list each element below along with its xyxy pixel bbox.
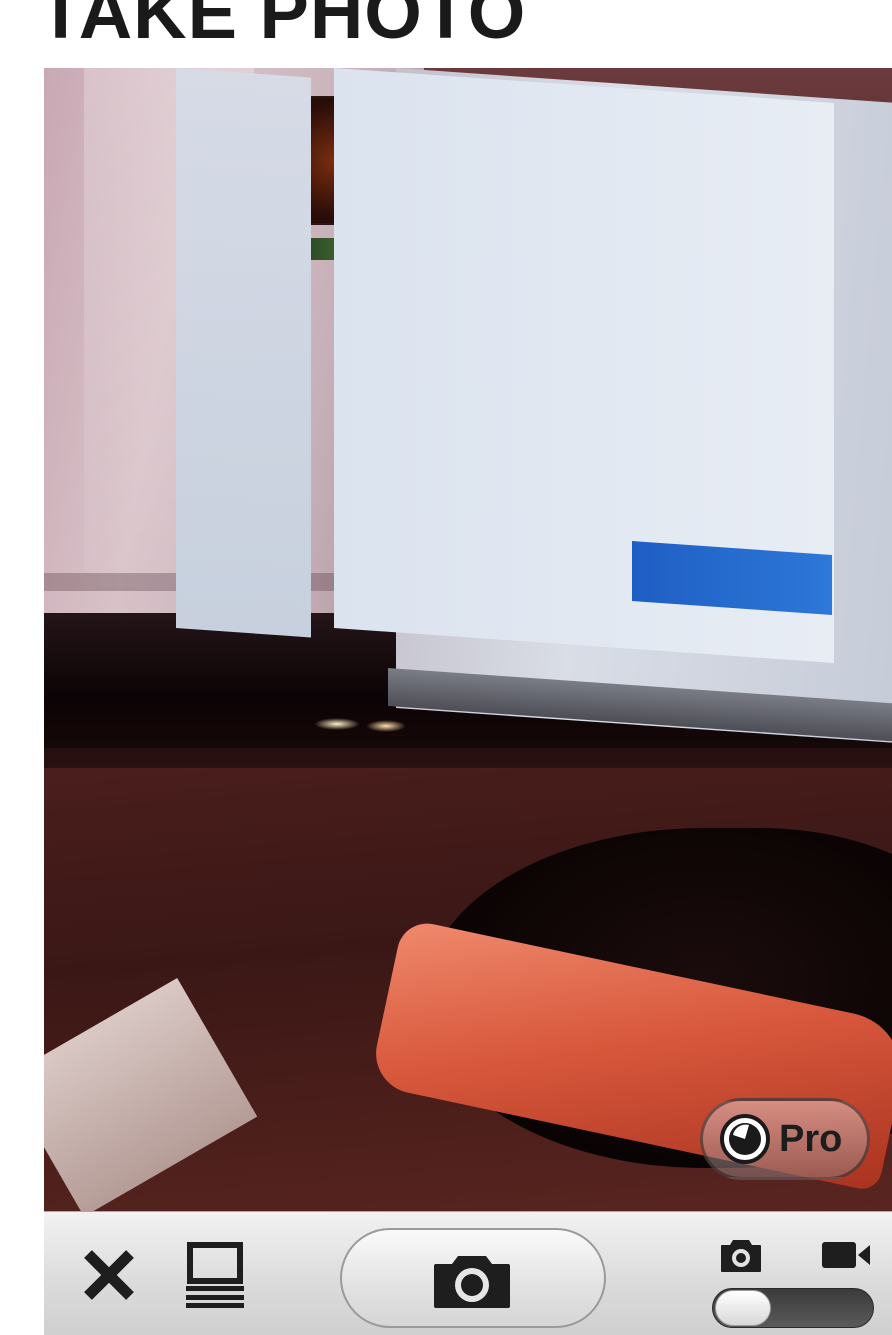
toggle-knob[interactable] (715, 1290, 771, 1326)
phone-screen: Pro (44, 68, 892, 1335)
camera-icon (434, 1256, 510, 1308)
photo-library-button[interactable] (184, 1242, 246, 1308)
camera-icon (721, 1240, 761, 1272)
lens-icon (720, 1114, 770, 1164)
pro-upgrade-button[interactable]: Pro (700, 1098, 870, 1180)
photo-library-icon (186, 1242, 244, 1308)
video-camera-icon (822, 1242, 870, 1268)
shutter-button[interactable] (340, 1228, 606, 1328)
page-title: TAKE PHOTO (38, 0, 527, 54)
close-button[interactable] (80, 1246, 138, 1304)
pro-label: Pro (779, 1118, 843, 1160)
close-icon (84, 1250, 134, 1300)
viewfinder-light-glow (366, 720, 406, 732)
viewfinder-light-glow (314, 718, 360, 730)
camera-viewfinder[interactable]: Pro (44, 68, 892, 1211)
viewfinder-right-sidebar (176, 68, 311, 638)
photo-video-toggle[interactable] (712, 1288, 874, 1328)
camera-toolbar (44, 1211, 892, 1335)
